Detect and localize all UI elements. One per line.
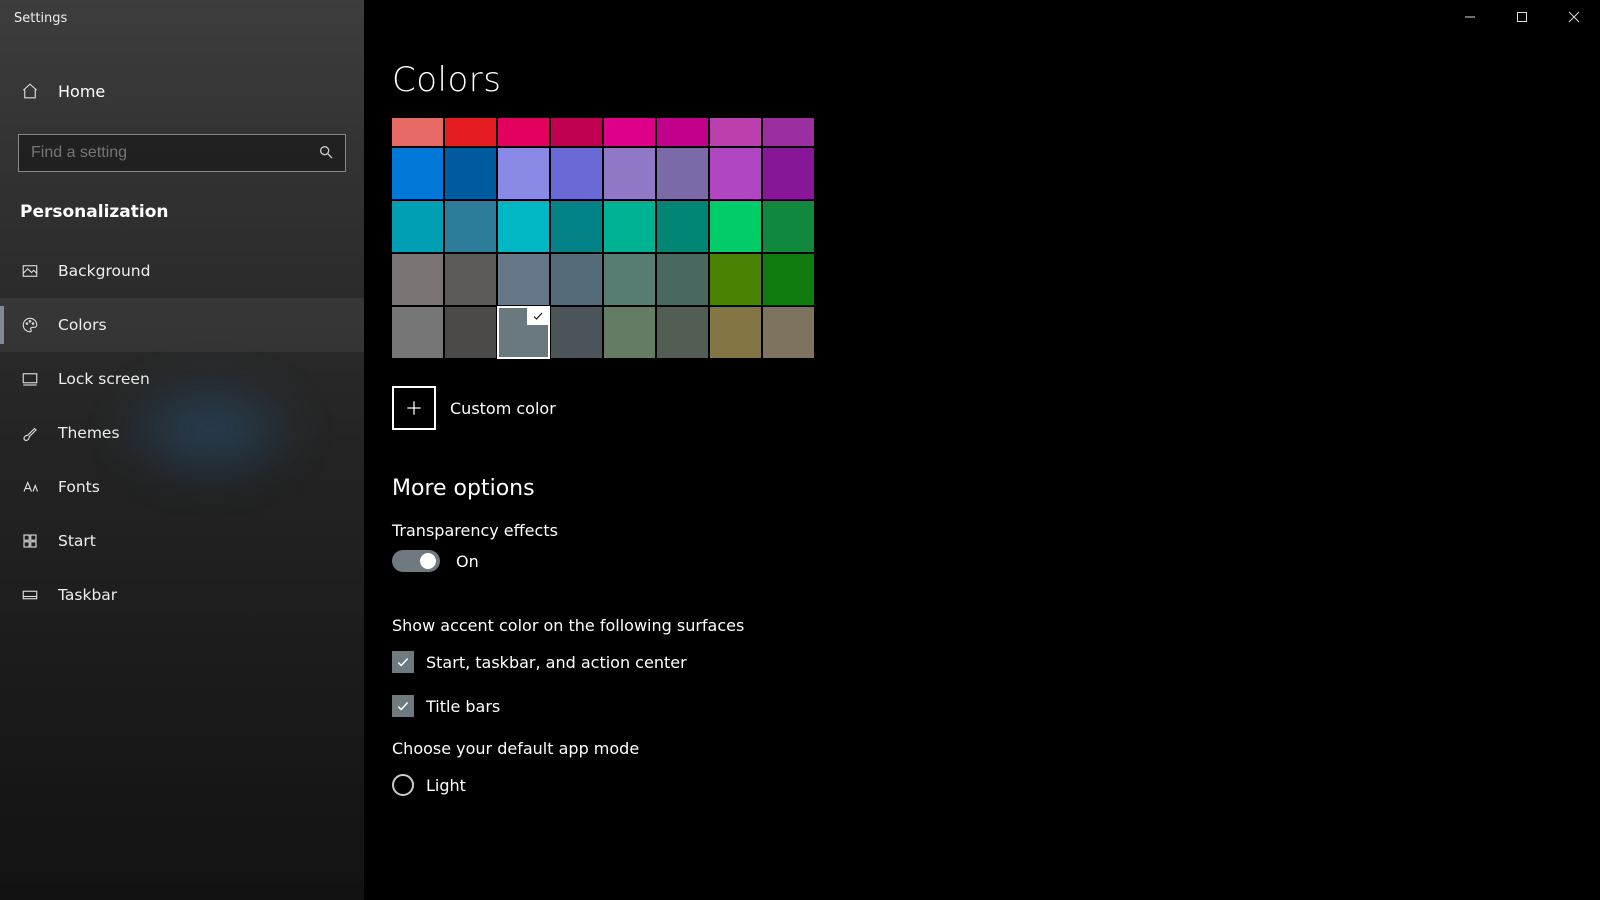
color-swatch[interactable] — [392, 307, 443, 358]
sidebar-item-fonts[interactable]: Fonts — [0, 460, 364, 514]
sidebar-item-label: Lock screen — [58, 370, 150, 388]
default-mode-label: Choose your default app mode — [392, 739, 1600, 758]
color-swatch[interactable] — [551, 254, 602, 305]
home-label: Home — [58, 82, 105, 101]
font-icon — [20, 477, 40, 497]
grid-icon — [20, 531, 40, 551]
color-swatch[interactable] — [498, 201, 549, 252]
home-button[interactable]: Home — [0, 64, 364, 118]
color-swatch[interactable] — [498, 118, 549, 146]
color-swatch-grid — [392, 118, 1600, 358]
brush-icon — [20, 423, 40, 443]
color-swatch[interactable] — [392, 254, 443, 305]
color-swatch[interactable] — [763, 254, 814, 305]
color-swatch[interactable] — [710, 254, 761, 305]
color-swatch[interactable] — [445, 201, 496, 252]
surface-start-label: Start, taskbar, and action center — [426, 653, 687, 672]
color-swatch[interactable] — [710, 118, 761, 146]
mode-light-radio[interactable] — [392, 774, 414, 796]
color-swatch[interactable] — [604, 254, 655, 305]
more-options-heading: More options — [392, 476, 1600, 501]
sidebar-item-label: Colors — [58, 316, 107, 334]
sidebar: Settings Home Personalization Background… — [0, 0, 364, 900]
monitor-icon — [20, 369, 40, 389]
home-icon — [20, 81, 40, 101]
surface-start-checkbox[interactable] — [392, 651, 414, 673]
sidebar-item-colors[interactable]: Colors — [0, 298, 364, 352]
transparency-label: Transparency effects — [392, 521, 1600, 540]
color-swatch[interactable] — [763, 148, 814, 199]
custom-color-label: Custom color — [450, 399, 556, 418]
color-swatch[interactable] — [657, 254, 708, 305]
search-icon — [318, 144, 334, 164]
minimize-button[interactable] — [1444, 0, 1496, 34]
color-swatch[interactable] — [445, 307, 496, 358]
sidebar-item-background[interactable]: Background — [0, 244, 364, 298]
color-swatch[interactable] — [551, 201, 602, 252]
color-swatch[interactable] — [763, 201, 814, 252]
sidebar-nav: Background Colors Lock screen Themes Fon… — [0, 244, 364, 622]
color-swatch[interactable] — [710, 148, 761, 199]
color-swatch[interactable] — [657, 201, 708, 252]
color-swatch[interactable] — [604, 201, 655, 252]
color-swatch[interactable] — [551, 307, 602, 358]
color-swatch[interactable] — [604, 118, 655, 146]
sidebar-item-label: Themes — [58, 424, 120, 442]
color-swatch[interactable] — [710, 307, 761, 358]
sidebar-item-lock-screen[interactable]: Lock screen — [0, 352, 364, 406]
surface-titlebars-label: Title bars — [426, 697, 500, 716]
color-swatch[interactable] — [392, 148, 443, 199]
transparency-state: On — [456, 552, 479, 571]
maximize-button[interactable] — [1496, 0, 1548, 34]
color-swatch[interactable] — [763, 307, 814, 358]
sidebar-item-label: Start — [58, 532, 96, 550]
color-swatch[interactable] — [445, 118, 496, 146]
custom-color-button[interactable] — [392, 386, 436, 430]
color-swatch[interactable] — [657, 307, 708, 358]
sidebar-item-taskbar[interactable]: Taskbar — [0, 568, 364, 622]
palette-icon — [20, 315, 40, 335]
picture-icon — [20, 261, 40, 281]
color-swatch[interactable] — [551, 148, 602, 199]
color-swatch[interactable] — [604, 148, 655, 199]
color-swatch[interactable] — [445, 254, 496, 305]
color-swatch[interactable] — [498, 148, 549, 199]
color-swatch[interactable] — [551, 118, 602, 146]
color-swatch[interactable] — [498, 307, 549, 358]
accent-surfaces-label: Show accent color on the following surfa… — [392, 616, 1600, 635]
main-content: Colors Custom color More options Transpa… — [364, 0, 1600, 900]
sidebar-item-label: Taskbar — [58, 586, 117, 604]
taskbar-icon — [20, 585, 40, 605]
color-swatch[interactable] — [445, 148, 496, 199]
color-swatch[interactable] — [657, 148, 708, 199]
color-swatch[interactable] — [392, 201, 443, 252]
color-swatch[interactable] — [392, 118, 443, 146]
check-icon — [527, 307, 549, 325]
color-swatch[interactable] — [763, 118, 814, 146]
sidebar-item-label: Background — [58, 262, 150, 280]
search-input[interactable] — [18, 134, 346, 172]
color-swatch[interactable] — [604, 307, 655, 358]
sidebar-item-start[interactable]: Start — [0, 514, 364, 568]
surface-titlebars-checkbox[interactable] — [392, 695, 414, 717]
mode-light-label: Light — [426, 776, 466, 795]
window-chrome — [1444, 0, 1600, 34]
color-swatch[interactable] — [498, 254, 549, 305]
transparency-toggle[interactable] — [392, 550, 440, 572]
color-swatch[interactable] — [657, 118, 708, 146]
window-title: Settings — [0, 0, 364, 36]
sidebar-section-title: Personalization — [0, 172, 364, 234]
color-swatch[interactable] — [710, 201, 761, 252]
sidebar-item-themes[interactable]: Themes — [0, 406, 364, 460]
close-button[interactable] — [1548, 0, 1600, 34]
page-title: Colors — [392, 60, 1600, 100]
sidebar-item-label: Fonts — [58, 478, 100, 496]
